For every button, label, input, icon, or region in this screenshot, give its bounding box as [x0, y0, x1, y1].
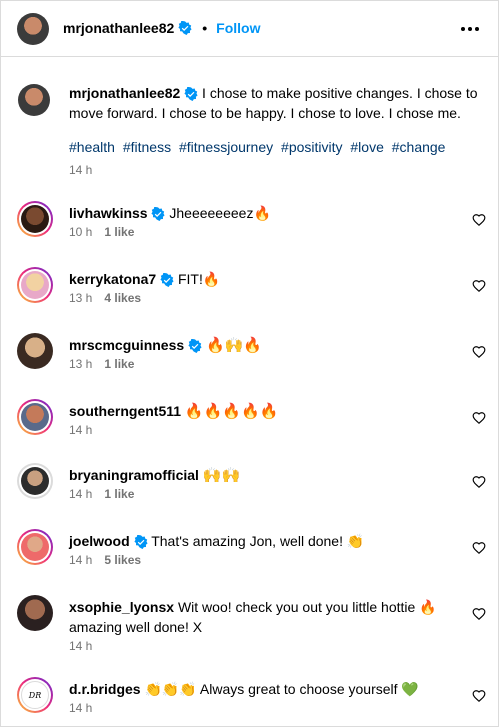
comment-username[interactable]: d.r.bridges: [69, 681, 141, 697]
hashtag-link[interactable]: #change: [392, 139, 446, 155]
comment-username[interactable]: kerrykatona7: [69, 271, 156, 287]
heart-icon[interactable]: [472, 689, 486, 703]
verified-badge-icon: [178, 21, 192, 35]
comment-item: xsophie_lyonsx Wit woo! check you out yo…: [1, 591, 498, 667]
comment-text: 🙌🙌: [202, 467, 241, 484]
comment-time[interactable]: 13 h: [69, 357, 92, 371]
heart-icon[interactable]: [472, 279, 486, 293]
comment-text: Jheeeeeeeez🔥: [169, 205, 271, 221]
comment-body: joelwood That's amazing Jon, well done! …: [69, 531, 459, 551]
comment-meta: 14 h 1 like: [69, 487, 134, 501]
author-username[interactable]: mrjonathanlee82: [63, 20, 174, 36]
comment-username[interactable]: southerngent511: [69, 403, 181, 419]
caption-username[interactable]: mrjonathanlee82: [69, 85, 180, 101]
verified-badge-icon: [184, 87, 198, 102]
comment-meta: 14 h: [69, 701, 92, 715]
avatar[interactable]: [17, 595, 53, 631]
comment-meta: 14 h: [69, 639, 92, 653]
post-header: mrjonathanlee82 • Follow: [1, 1, 498, 57]
comment-item: mrscmcguinness 🔥🙌🔥 13 h 1 like: [1, 329, 498, 389]
comment-likes[interactable]: 4 likes: [104, 291, 141, 305]
hashtag-link[interactable]: #positivity: [281, 139, 342, 155]
comment-likes[interactable]: 1 like: [104, 357, 134, 371]
comment-time[interactable]: 14 h: [69, 701, 92, 715]
comments-panel: mrjonathanlee82 • Follow mrjonathanlee82…: [0, 0, 499, 727]
heart-icon[interactable]: [472, 541, 486, 555]
comment-meta: 14 h: [69, 423, 92, 437]
verified-badge-icon: [133, 535, 148, 550]
comment-time[interactable]: 14 h: [69, 487, 92, 501]
hashtag-link[interactable]: #love: [350, 139, 383, 155]
hashtag-list: #health #fitness #fitnessjourney #positi…: [69, 137, 449, 157]
comment-item: DR d.r.bridges 👏👏👏 Always great to choos…: [1, 673, 498, 726]
comment-meta: 14 h 5 likes: [69, 553, 141, 567]
hashtag-link[interactable]: #fitnessjourney: [179, 139, 273, 155]
avatar[interactable]: [17, 333, 53, 369]
heart-icon[interactable]: [472, 345, 486, 359]
comment-time[interactable]: 10 h: [69, 225, 92, 239]
caption-timestamp[interactable]: 14 h: [69, 163, 92, 177]
separator-dot: •: [202, 20, 208, 36]
post-author: mrjonathanlee82 • Follow: [63, 20, 261, 36]
avatar[interactable]: [17, 13, 49, 45]
avatar[interactable]: [17, 529, 53, 565]
avatar[interactable]: [17, 201, 53, 237]
comment-username[interactable]: joelwood: [69, 533, 130, 549]
comment-text: 🔥🔥🔥🔥🔥: [184, 403, 279, 420]
verified-badge-icon: [188, 339, 202, 354]
more-options-icon[interactable]: [458, 17, 482, 41]
hashtag-link[interactable]: #health: [69, 139, 115, 155]
comment-time[interactable]: 14 h: [69, 639, 92, 653]
comment-meta: 10 h 1 like: [69, 225, 134, 239]
comment-text: That's amazing Jon, well done! 👏: [151, 533, 365, 549]
heart-icon[interactable]: [472, 475, 486, 489]
comment-item: joelwood That's amazing Jon, well done! …: [1, 525, 498, 585]
avatar[interactable]: [17, 463, 53, 499]
comment-body: bryaningramofficial 🙌🙌: [69, 465, 459, 485]
comment-time[interactable]: 13 h: [69, 291, 92, 305]
comment-username[interactable]: livhawkinss: [69, 205, 148, 221]
comment-body: kerrykatona7 FIT!🔥: [69, 269, 459, 289]
hashtag-link[interactable]: #fitness: [123, 139, 171, 155]
comment-body: southerngent511 🔥🔥🔥🔥🔥: [69, 401, 459, 421]
heart-icon[interactable]: [472, 607, 486, 621]
comment-likes[interactable]: 5 likes: [104, 553, 141, 567]
comment-meta: 13 h 1 like: [69, 357, 134, 371]
heart-icon[interactable]: [472, 411, 486, 425]
heart-icon[interactable]: [472, 213, 486, 227]
comment-time[interactable]: 14 h: [69, 423, 92, 437]
comment-username[interactable]: bryaningramofficial: [69, 467, 199, 483]
comment-body: xsophie_lyonsx Wit woo! check you out yo…: [69, 597, 439, 637]
comment-item: bryaningramofficial 🙌🙌 14 h 1 like: [1, 459, 498, 519]
verified-badge-icon: [151, 207, 166, 222]
post-caption: mrjonathanlee82 I chose to make positive…: [69, 83, 479, 123]
comment-text: 👏👏👏 Always great to choose yourself 💚: [144, 681, 419, 697]
comment-likes[interactable]: 1 like: [104, 487, 134, 501]
comment-likes[interactable]: 1 like: [104, 225, 134, 239]
comment-body: livhawkinss Jheeeeeeeez🔥: [69, 203, 459, 223]
comment-text: 🔥🙌🔥: [205, 337, 262, 354]
comment-item: livhawkinss Jheeeeeeeez🔥 10 h 1 like: [1, 197, 498, 257]
follow-button[interactable]: Follow: [216, 20, 260, 36]
caption-avatar[interactable]: [18, 84, 50, 116]
comment-time[interactable]: 14 h: [69, 553, 92, 567]
comment-body: d.r.bridges 👏👏👏 Always great to choose y…: [69, 679, 459, 699]
avatar[interactable]: [17, 267, 53, 303]
avatar[interactable]: [17, 399, 53, 435]
comment-text: FIT!🔥: [177, 271, 221, 287]
verified-badge-icon: [160, 273, 174, 288]
comment-username[interactable]: mrscmcguinness: [69, 337, 184, 353]
comment-username[interactable]: xsophie_lyonsx: [69, 599, 174, 615]
comment-meta: 13 h 4 likes: [69, 291, 141, 305]
comment-body: mrscmcguinness 🔥🙌🔥: [69, 335, 459, 355]
comment-item: kerrykatona7 FIT!🔥 13 h 4 likes: [1, 263, 498, 323]
avatar[interactable]: DR: [17, 677, 53, 713]
comment-item: southerngent511 🔥🔥🔥🔥🔥 14 h: [1, 395, 498, 455]
